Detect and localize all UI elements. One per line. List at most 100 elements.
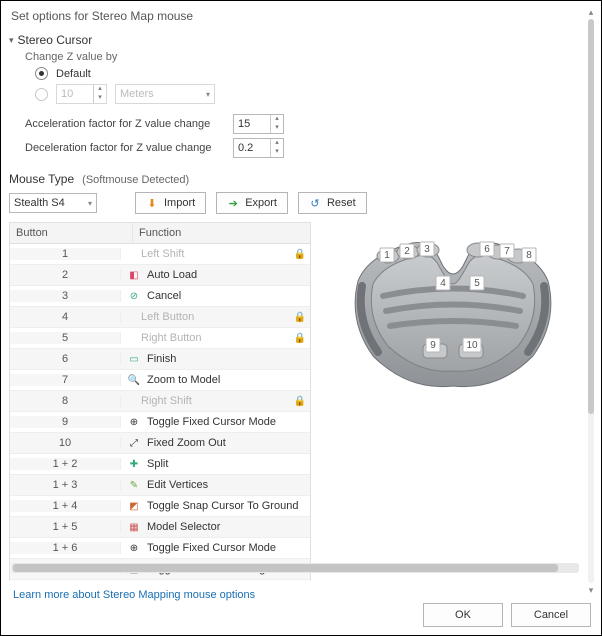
table-row[interactable]: 1 Left Shift 🔒 [10, 244, 310, 265]
reset-icon: ↺ [309, 197, 321, 209]
cell-button: 6 [10, 353, 121, 365]
function-label: Left Button [127, 311, 194, 323]
function-label: Zoom to Model [147, 374, 220, 386]
custom-value-spinner: 10 ▴▾ [56, 84, 107, 104]
svg-text:10: 10 [466, 340, 478, 351]
function-label: Left Shift [127, 248, 184, 260]
cell-button: 1 + 4 [10, 500, 121, 512]
export-button[interactable]: ➔ Export [216, 192, 288, 214]
function-label: Toggle Snap Cursor To Ground [147, 500, 298, 512]
cell-button: 1 + 3 [10, 479, 121, 491]
vertical-scrollbar[interactable]: ▴ ▾ [585, 7, 597, 595]
cell-function[interactable]: ✚Split [121, 457, 310, 471]
mouse-diagram: 12345678910 [325, 222, 581, 396]
zoom-out-icon: ⤢ [127, 436, 141, 450]
svg-text:4: 4 [440, 278, 446, 289]
table-row[interactable]: 6▭Finish [10, 349, 310, 370]
cell-button: 2 [10, 269, 121, 281]
cell-function[interactable]: ✎ Edit Vertices [121, 478, 310, 492]
cell-function[interactable]: Right Button🔒 [121, 332, 310, 344]
zoom-icon: 🔍 [127, 373, 141, 387]
lock-icon: 🔒 [294, 312, 306, 323]
section-title: Stereo Cursor [18, 33, 93, 47]
mouse-type-label: Mouse Type [9, 172, 74, 186]
learn-more-link[interactable]: Learn more about Stereo Mapping mouse op… [13, 589, 255, 601]
function-label: Auto Load [147, 269, 197, 281]
model-selector-icon: ▦ [127, 520, 141, 534]
svg-text:5: 5 [474, 278, 480, 289]
cursor-mode-icon: ⊕ [127, 541, 141, 555]
table-row[interactable]: 9⊕Toggle Fixed Cursor Mode [10, 412, 310, 433]
cell-function[interactable]: Left Button 🔒 [121, 311, 310, 323]
cell-function[interactable]: ◩ Toggle Snap Cursor To Ground [121, 499, 310, 513]
cell-button: 1 + 2 [10, 458, 121, 470]
table-row[interactable]: 1 + 5▦Model Selector [10, 517, 310, 538]
import-icon: ⬇ [146, 197, 158, 209]
table-row[interactable]: 3⊘Cancel [10, 286, 310, 307]
table-row[interactable]: 7🔍Zoom to Model [10, 370, 310, 391]
svg-text:2: 2 [404, 246, 410, 257]
scroll-thumb[interactable] [13, 564, 558, 572]
edit-vertices-icon: ✎ [127, 478, 141, 492]
cell-button: 9 [10, 416, 121, 428]
function-label: Fixed Zoom Out [147, 437, 226, 449]
ok-button[interactable]: OK [423, 603, 503, 627]
cell-function[interactable]: ⊘Cancel [121, 289, 310, 303]
dialog-window: Set options for Stereo Map mouse ▾ Stere… [0, 0, 602, 636]
cell-button: 1 + 6 [10, 542, 121, 554]
radio-custom[interactable] [35, 88, 48, 101]
cell-button: 1 [10, 248, 121, 260]
table-row[interactable]: 10⤢Fixed Zoom Out [10, 433, 310, 454]
lock-icon: 🔒 [294, 249, 306, 260]
table-row[interactable]: 1 + 3 ✎ Edit Vertices [10, 475, 310, 496]
table-row[interactable]: 1 + 8Clutch🔒 [10, 580, 310, 581]
function-label: Edit Vertices [147, 479, 208, 491]
auto-load-icon: ◧ [127, 268, 141, 282]
table-row[interactable]: 2 ◧ Auto Load [10, 265, 310, 286]
split-icon: ✚ [127, 457, 141, 471]
export-icon: ➔ [227, 197, 239, 209]
col-function[interactable]: Function [133, 223, 310, 243]
mouse-type-combo[interactable]: Stealth S4▾ [9, 193, 97, 213]
cancel-button[interactable]: Cancel [511, 603, 591, 627]
cell-function[interactable]: Left Shift 🔒 [121, 248, 310, 260]
cell-function[interactable]: ▦Model Selector [121, 520, 310, 534]
scroll-thumb[interactable] [588, 19, 594, 414]
reset-button[interactable]: ↺ Reset [298, 192, 367, 214]
scroll-down-icon[interactable]: ▾ [586, 585, 596, 595]
svg-text:7: 7 [504, 246, 510, 257]
svg-text:1: 1 [384, 250, 390, 261]
cell-function[interactable]: Right Shift🔒 [121, 395, 310, 407]
decel-label: Deceleration factor for Z value change [25, 142, 225, 154]
decel-spinner[interactable]: 0.2 ▴▾ [233, 138, 284, 158]
cell-function[interactable]: ◧ Auto Load [121, 268, 310, 282]
import-button[interactable]: ⬇ Import [135, 192, 206, 214]
table-row[interactable]: 8Right Shift🔒 [10, 391, 310, 412]
lock-icon: 🔒 [294, 396, 306, 407]
chevron-down-icon: ▾ [9, 35, 14, 46]
cell-function[interactable]: 🔍 Zoom to Model [121, 373, 310, 387]
section-stereo-cursor[interactable]: ▾ Stereo Cursor [9, 33, 581, 47]
accel-spinner[interactable]: 15 ▴▾ [233, 114, 284, 134]
col-button[interactable]: Button [10, 223, 133, 243]
horizontal-scrollbar[interactable] [11, 563, 579, 573]
table-row[interactable]: 1 + 6⊕Toggle Fixed Cursor Mode [10, 538, 310, 559]
dialog-title: Set options for Stereo Map mouse [11, 9, 601, 23]
button-function-table: Button Function 1 Left Shift 🔒 2 ◧ Auto Load 3… [9, 222, 311, 581]
function-label: Finish [147, 353, 176, 365]
cell-function[interactable]: ⊕Toggle Fixed Cursor Mode [121, 415, 310, 429]
snap-ground-icon: ◩ [127, 499, 141, 513]
svg-text:8: 8 [526, 250, 532, 261]
table-row[interactable]: 5Right Button🔒 [10, 328, 310, 349]
table-row[interactable]: 4Left Button🔒 [10, 307, 310, 328]
cell-function[interactable]: ▭Finish [121, 352, 310, 366]
function-label: Toggle Fixed Cursor Mode [147, 416, 276, 428]
table-row[interactable]: 1 + 2✚Split [10, 454, 310, 475]
table-row[interactable]: 1 + 4 ◩ Toggle Snap Cursor To Ground [10, 496, 310, 517]
radio-default[interactable] [35, 67, 48, 80]
cell-button: 5 [10, 332, 121, 344]
cell-function[interactable]: ⊕Toggle Fixed Cursor Mode [121, 541, 310, 555]
cell-function[interactable]: ⤢ Fixed Zoom Out [121, 436, 310, 450]
scroll-up-icon[interactable]: ▴ [586, 7, 596, 17]
lock-icon: 🔒 [294, 333, 306, 344]
